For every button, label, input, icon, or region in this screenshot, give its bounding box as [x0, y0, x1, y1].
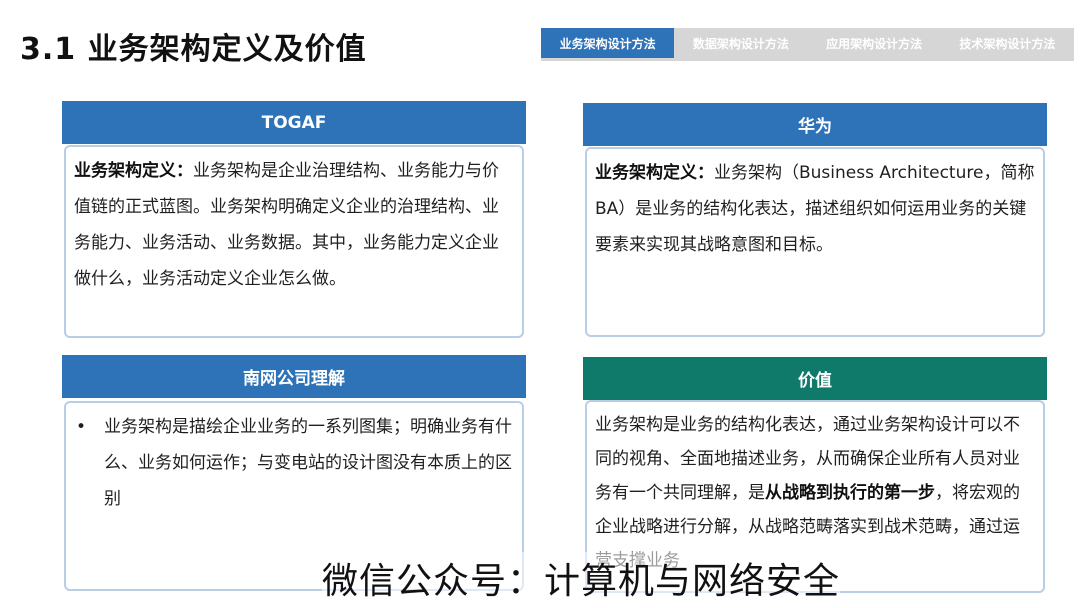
section-tab-bar: 业务架构设计方法 数据架构设计方法 应用架构设计方法 技术架构设计方法: [541, 28, 1074, 61]
watermark: 微信公众号：计算机与网络安全: [322, 552, 841, 604]
tab-application-architecture[interactable]: 应用架构设计方法: [808, 28, 941, 58]
tab-technology-architecture[interactable]: 技术架构设计方法: [941, 28, 1074, 58]
csg-understanding-header: 南网公司理解: [62, 355, 526, 398]
togaf-definition-label: 业务架构定义：: [74, 161, 193, 181]
bullet-icon: •: [76, 417, 87, 437]
value-header: 价值: [583, 357, 1047, 400]
togaf-header: TOGAF: [62, 101, 526, 144]
tab-data-architecture[interactable]: 数据架构设计方法: [674, 28, 807, 58]
togaf-panel: TOGAF 业务架构定义：业务架构是企业治理结构、业务能力与价值链的正式蓝图。业…: [62, 101, 526, 338]
tab-business-architecture[interactable]: 业务架构设计方法: [541, 28, 675, 58]
huawei-definition-label: 业务架构定义：: [595, 163, 714, 183]
csg-understanding-text: 业务架构是描绘企业业务的一系列图集；明确业务有什么、业务如何运作；与变电站的设计…: [104, 417, 512, 509]
value-text-emphasis: 从战略到执行的第一步: [765, 483, 935, 503]
togaf-definition: 业务架构定义：业务架构是企业治理结构、业务能力与价值链的正式蓝图。业务架构明确定…: [64, 145, 524, 338]
huawei-header: 华为: [583, 103, 1047, 146]
huawei-definition: 业务架构定义：业务架构（Business Architecture，简称BA）是…: [585, 147, 1045, 337]
page-title: 3.1 业务架构定义及价值: [20, 32, 367, 67]
list-item: • 业务架构是描绘企业业务的一系列图集；明确业务有什么、业务如何运作；与变电站的…: [76, 409, 514, 517]
huawei-panel: 华为 业务架构定义：业务架构（Business Architecture，简称B…: [583, 103, 1047, 337]
